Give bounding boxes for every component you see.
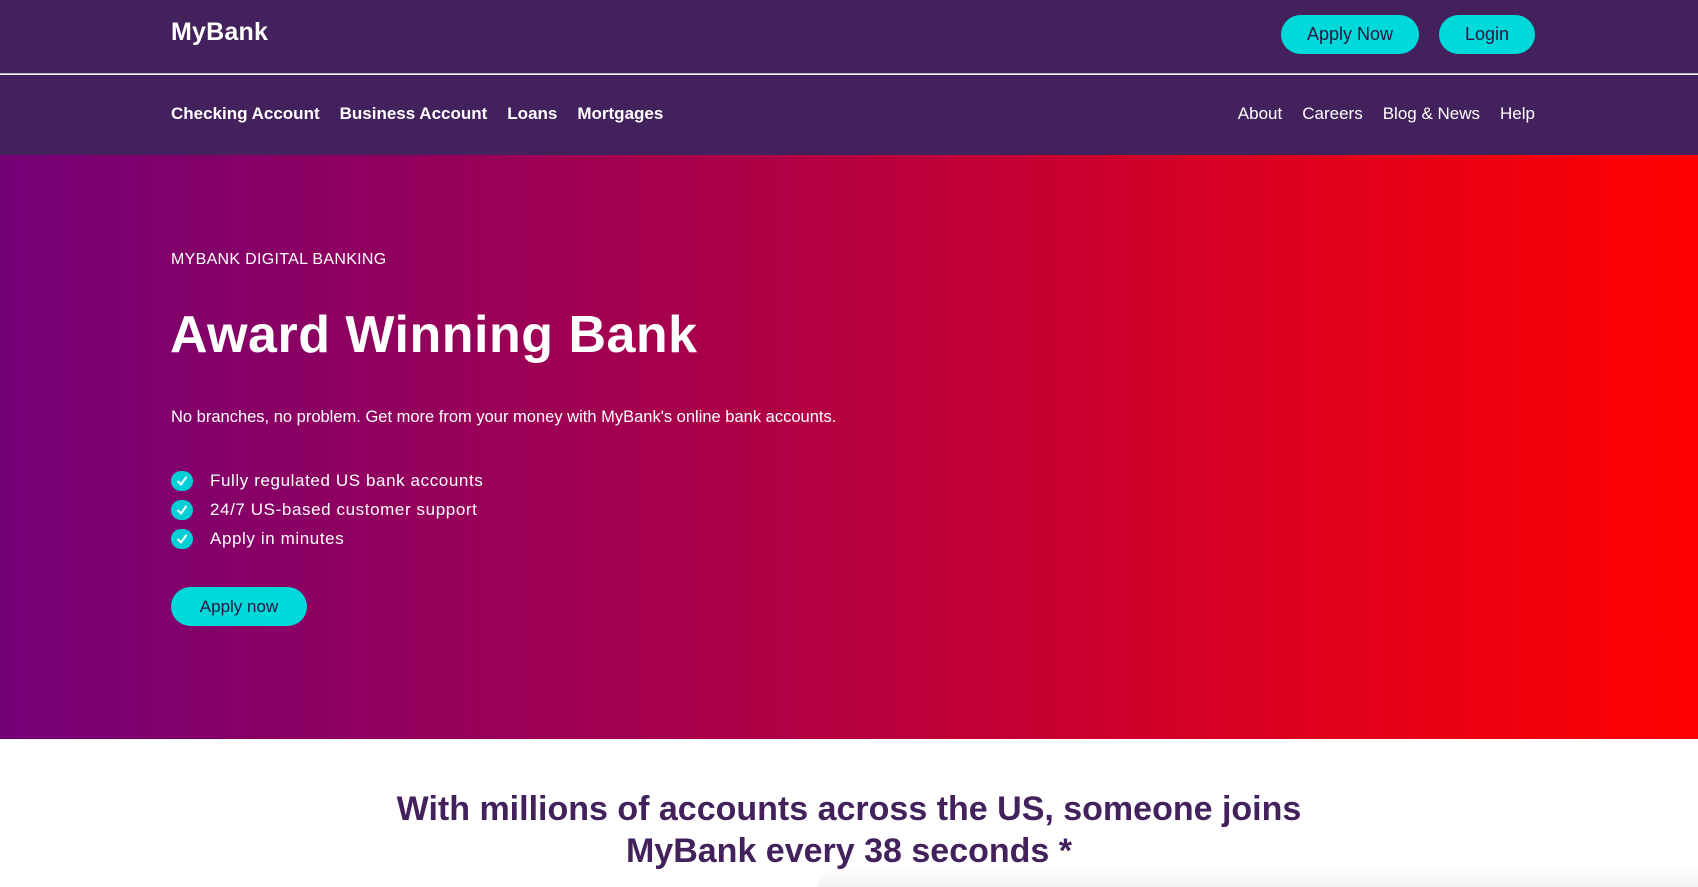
check-circle-icon [171, 470, 193, 491]
nav-link-checking-account[interactable]: Checking Account [171, 104, 320, 124]
check-circle-icon [171, 499, 193, 520]
hero-banner: MYBANK DIGITAL BANKING Award Winning Ban… [0, 155, 1698, 739]
nav-link-about[interactable]: About [1238, 104, 1282, 124]
hero-subtitle: No branches, no problem. Get more from y… [171, 408, 837, 426]
primary-nav: Checking Account Business Account Loans … [171, 104, 683, 124]
nav-link-business-account[interactable]: Business Account [340, 104, 488, 124]
top-header: MyBank Apply Now Login [0, 0, 1698, 74]
nav-link-loans[interactable]: Loans [507, 104, 557, 124]
apply-now-button[interactable]: Apply Now [1281, 15, 1419, 54]
feature-text: Apply in minutes [210, 528, 345, 548]
nav-link-mortgages[interactable]: Mortgages [577, 104, 663, 124]
nav-link-help[interactable]: Help [1500, 104, 1535, 124]
secondary-nav: About Careers Blog & News Help [1218, 104, 1535, 124]
main-nav: Checking Account Business Account Loans … [0, 75, 1698, 155]
login-button[interactable]: Login [1439, 15, 1535, 54]
hero-eyebrow: MYBANK DIGITAL BANKING [171, 251, 387, 268]
nav-link-careers[interactable]: Careers [1302, 104, 1362, 124]
feature-item: 24/7 US-based customer support [171, 495, 483, 524]
hero-title: Award Winning Bank [170, 306, 698, 364]
hero-apply-button[interactable]: Apply now [171, 587, 307, 626]
nav-link-blog-news[interactable]: Blog & News [1383, 104, 1480, 124]
feature-item: Apply in minutes [171, 524, 483, 553]
stats-headline-line-1: With millions of accounts across the US,… [396, 790, 1302, 828]
card-shadow [818, 867, 1698, 887]
feature-list: Fully regulated US bank accounts 24/7 US… [171, 466, 483, 553]
feature-item: Fully regulated US bank accounts [171, 466, 483, 495]
stats-section: With millions of accounts across the US,… [0, 739, 1698, 887]
stats-headline: With millions of accounts across the US,… [300, 788, 1398, 872]
feature-text: 24/7 US-based customer support [210, 499, 478, 519]
feature-text: Fully regulated US bank accounts [210, 470, 484, 490]
logo[interactable]: MyBank [171, 18, 268, 47]
check-circle-icon [171, 528, 193, 549]
stats-headline-line-2: MyBank every 38 seconds * [625, 832, 1073, 870]
